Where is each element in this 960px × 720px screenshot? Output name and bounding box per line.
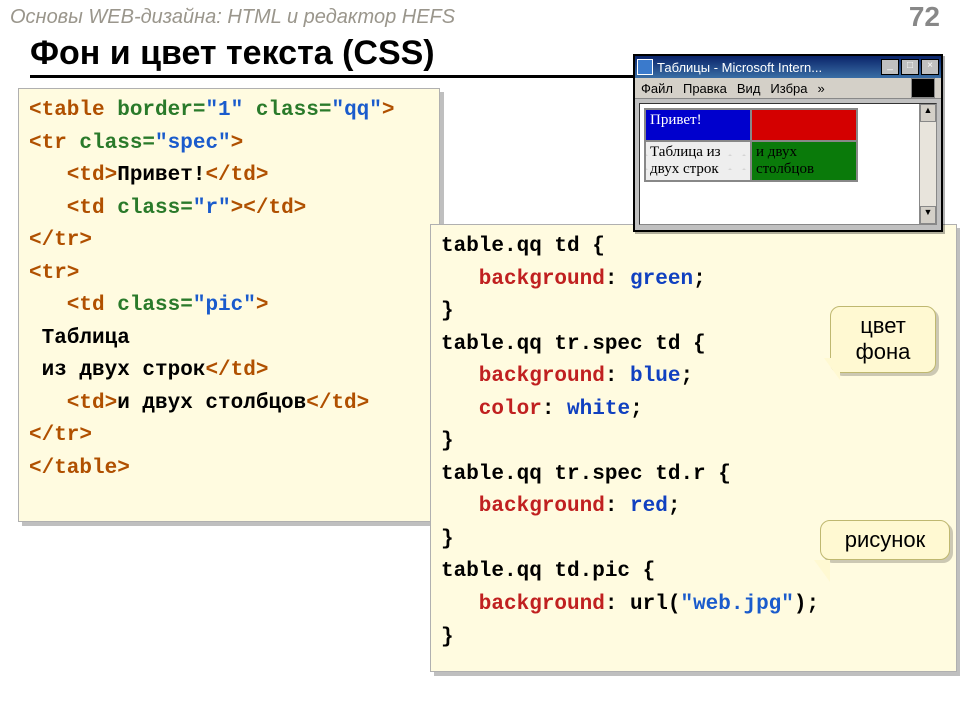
callout-tail-icon [824, 358, 840, 380]
browser-menubar: Файл Правка Вид Избра » [635, 78, 941, 99]
browser-titlebar: Таблицы - Microsoft Intern... _ □ × [635, 56, 941, 78]
callout-picture: рисунок [820, 520, 950, 560]
minimize-button[interactable]: _ [881, 59, 899, 75]
table-row: Привет! [645, 109, 857, 141]
window-controls: _ □ × [881, 59, 939, 75]
menu-favorites[interactable]: Избра [770, 81, 807, 96]
slide-header: Основы WEB-дизайна: HTML и редактор HEFS… [0, 0, 960, 32]
cell-green: и двух столбцов [751, 141, 857, 181]
cell-web-bg: Таблица из двух строк [645, 141, 751, 181]
menu-more[interactable]: » [818, 81, 825, 96]
throbber-icon [911, 78, 935, 98]
callout-bg-color: цвет фона [830, 306, 936, 373]
maximize-button[interactable]: □ [901, 59, 919, 75]
demo-table: Привет! Таблица из двух строк и двух сто… [644, 108, 858, 182]
menu-edit[interactable]: Правка [683, 81, 727, 96]
table-row: Таблица из двух строк и двух столбцов [645, 141, 857, 181]
close-button[interactable]: × [921, 59, 939, 75]
scroll-track[interactable] [920, 122, 936, 206]
scroll-up-icon[interactable]: ▲ [920, 104, 936, 122]
menu-view[interactable]: Вид [737, 81, 761, 96]
scroll-down-icon[interactable]: ▼ [920, 206, 936, 224]
page-number: 72 [909, 1, 940, 33]
cell-red [751, 109, 857, 141]
ie-icon [637, 59, 653, 75]
menu-file[interactable]: Файл [641, 81, 673, 96]
html-code-block: <table border="1" class="qq"> <tr class=… [18, 88, 440, 522]
vertical-scrollbar[interactable]: ▲ ▼ [919, 104, 936, 224]
course-subtitle: Основы WEB-дизайна: HTML и редактор HEFS [10, 6, 455, 29]
callout-tail-icon [814, 560, 830, 582]
css-code-block: table.qq td { background: green; } table… [430, 224, 957, 672]
browser-title: Таблицы - Microsoft Intern... [657, 60, 822, 75]
browser-viewport: Привет! Таблица из двух строк и двух сто… [639, 103, 937, 225]
browser-window: Таблицы - Microsoft Intern... _ □ × Файл… [633, 54, 943, 232]
cell-blue: Привет! [645, 109, 751, 141]
